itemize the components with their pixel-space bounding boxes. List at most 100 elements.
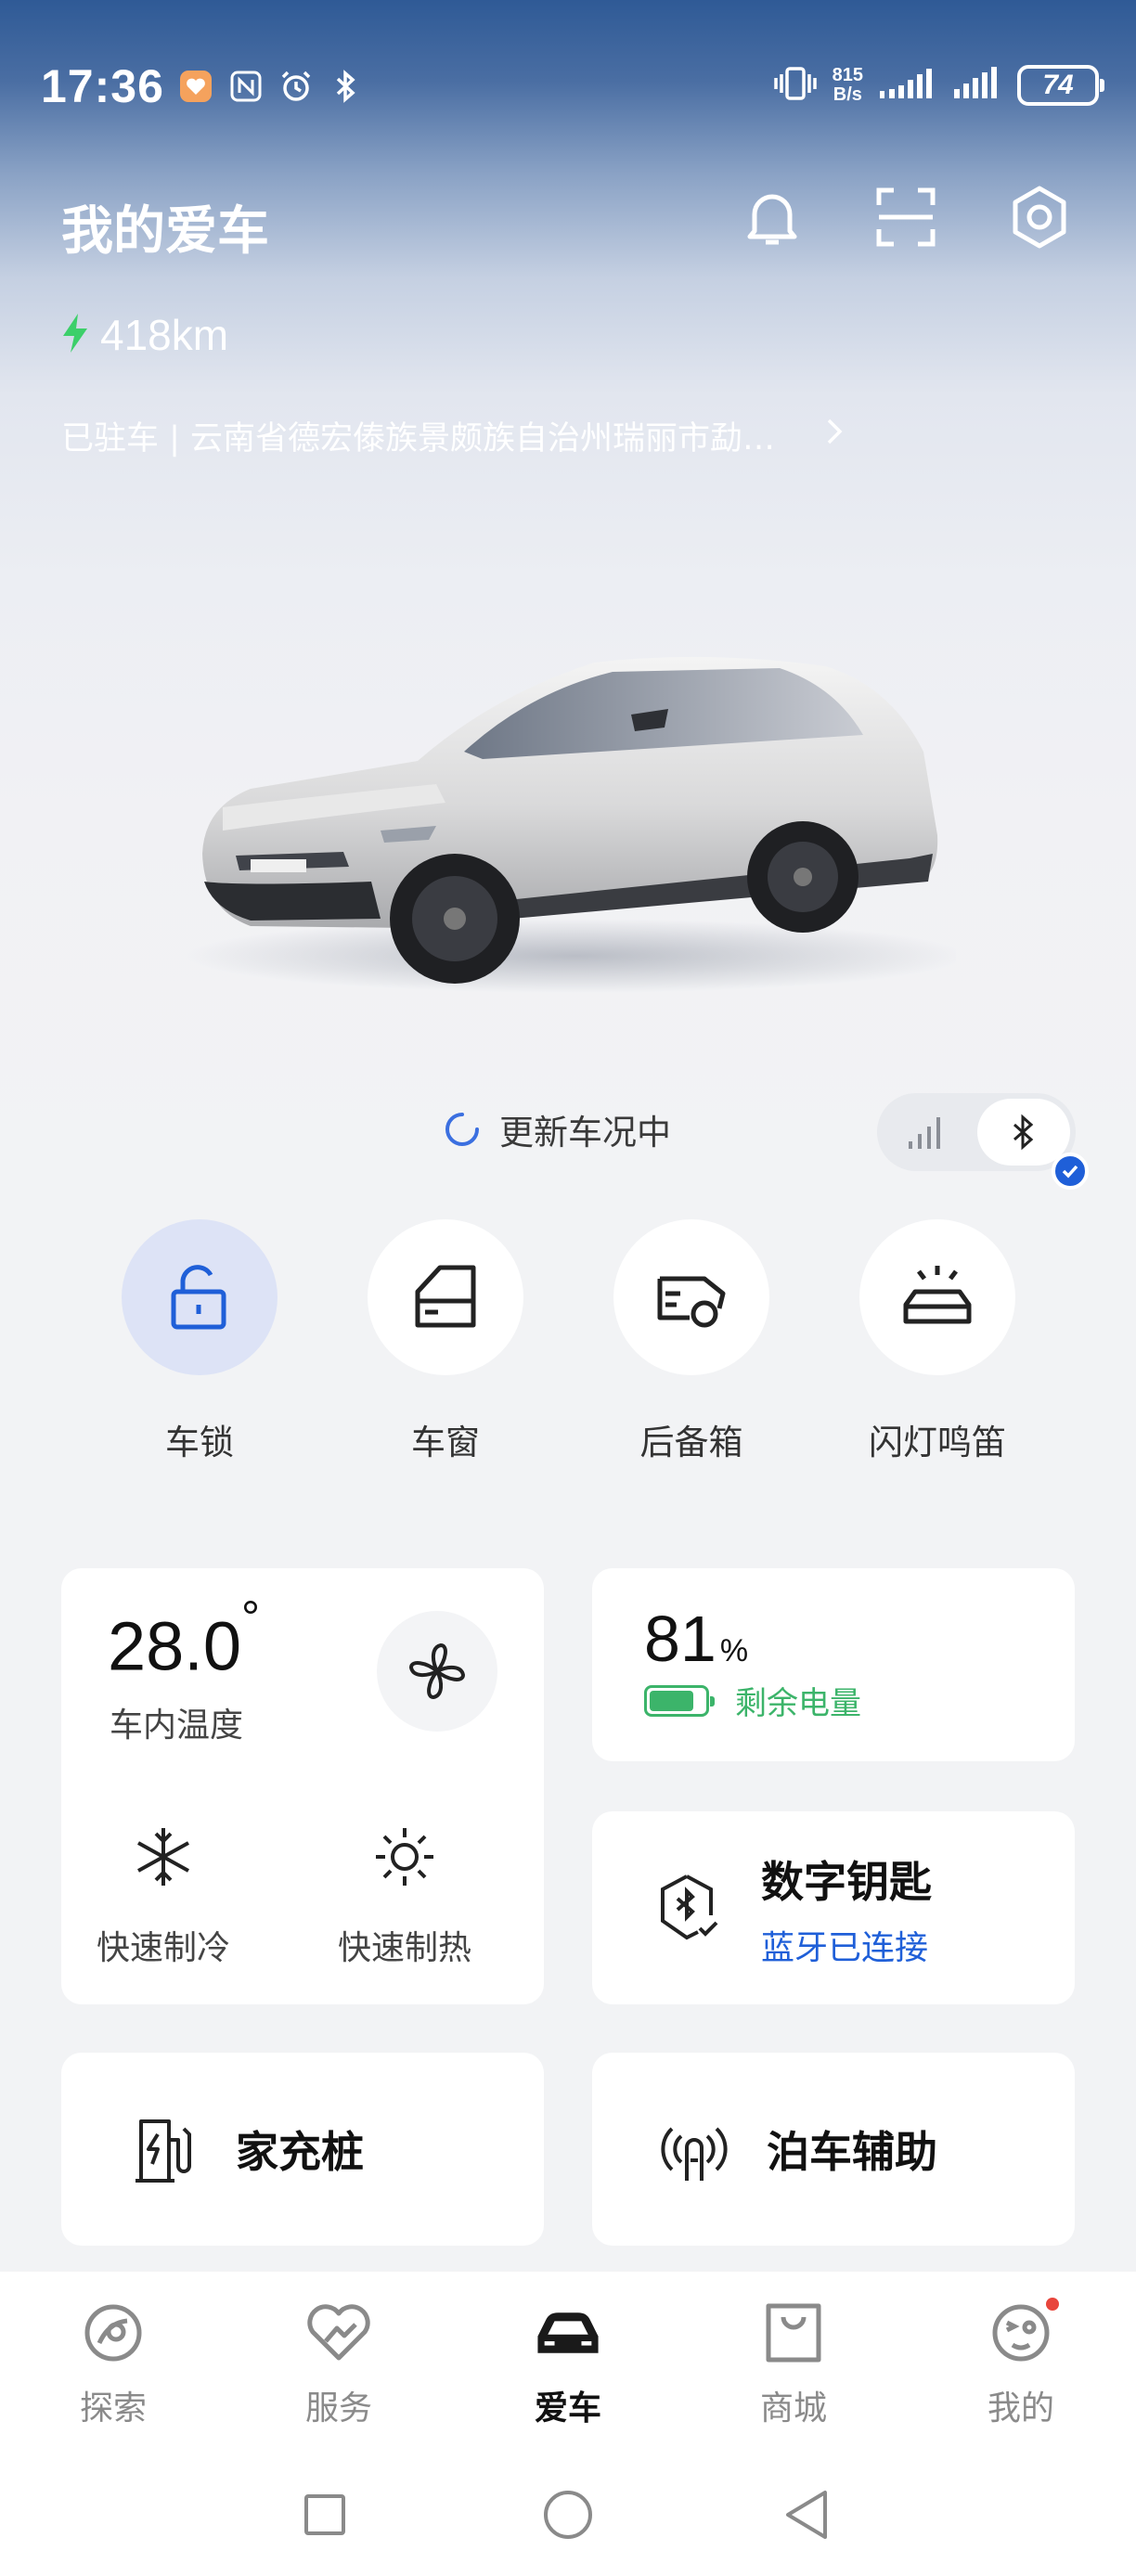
battery-card[interactable]: 81% 剩余电量 [592, 1568, 1075, 1761]
profile-icon [986, 2298, 1056, 2368]
charger-icon [124, 2110, 202, 2188]
quick-control-label: 车锁 [165, 1423, 234, 1462]
cabin-temperature: 28.0° [108, 1591, 260, 1686]
quick-heat-label: 快速制热 [337, 1929, 471, 1967]
network-speed-unit: B/s [833, 84, 862, 105]
flash-horn-icon [903, 1266, 972, 1324]
bluetooth-icon [1013, 1114, 1034, 1151]
sun-icon [376, 1828, 433, 1886]
signal-2-icon [950, 65, 1002, 106]
snowflake-icon [137, 1828, 189, 1886]
loading-spinner-icon [445, 1113, 479, 1146]
fan-icon [409, 1643, 465, 1699]
settings-gear-icon[interactable] [1004, 182, 1075, 252]
bluetooth-status-icon [328, 68, 365, 105]
tab-service[interactable]: 服务 [269, 2298, 408, 2429]
quick-cool-label: 快速制冷 [96, 1929, 230, 1967]
battery-remaining-label: 剩余电量 [735, 1685, 861, 1722]
notification-bell-icon[interactable] [737, 182, 807, 252]
alarm-icon [278, 68, 315, 105]
fan-button[interactable] [377, 1611, 497, 1732]
shop-bag-icon [758, 2298, 829, 2368]
digital-key-status: 蓝牙已连接 [761, 1929, 929, 1967]
parking-assist-icon [655, 2110, 733, 2188]
bluetooth-option[interactable] [977, 1099, 1070, 1166]
check-badge-icon [1052, 1153, 1089, 1190]
battery-level: 74 [1042, 70, 1074, 100]
quick-heat-button[interactable]: 快速制热 [321, 1824, 488, 1969]
quick-control-window[interactable]: 车窗 [367, 1219, 524, 1464]
home-charger-label: 家充桩 [236, 2127, 364, 2177]
service-icon [303, 2298, 374, 2368]
parking-assist-card[interactable]: 泊车辅助 [592, 2053, 1075, 2246]
quick-control-lock[interactable]: 车锁 [121, 1219, 278, 1464]
cellular-signal-icon [909, 1117, 940, 1149]
battery-percent-value: 81 [644, 1603, 716, 1675]
battery-indicator: 74 [1017, 65, 1104, 106]
digital-key-icon [661, 1874, 718, 1940]
home-button[interactable] [540, 2487, 596, 2543]
location-text: 已驻车 | 云南省德宏傣族景颇族自治州瑞丽市勐… [61, 420, 776, 457]
car-window-icon [415, 1265, 476, 1328]
connection-mode-toggle[interactable] [877, 1093, 1089, 1190]
network-speed: 815 B/s [833, 66, 863, 105]
tab-profile[interactable]: 我的 [951, 2298, 1091, 2429]
tab-label: 我的 [987, 2389, 1054, 2428]
trunk-icon [657, 1276, 726, 1328]
quick-control-label: 后备箱 [639, 1423, 743, 1462]
window-button[interactable] [368, 1219, 523, 1375]
recent-apps-button[interactable] [297, 2487, 353, 2543]
tab-my-car[interactable]: 爱车 [498, 2298, 638, 2429]
vehicle-status-updating: 更新车况中 [444, 1104, 671, 1154]
trunk-button[interactable] [613, 1219, 769, 1375]
quick-control-trunk[interactable]: 后备箱 [613, 1219, 770, 1464]
quick-control-flash-horn[interactable]: 闪灯鸣笛 [858, 1219, 1016, 1464]
temperature-value: 28.0 [108, 1607, 242, 1685]
signal-1-icon [878, 65, 936, 106]
battery-percent: 81% [644, 1602, 748, 1676]
nfc-icon [227, 68, 265, 105]
driving-range: 418km [59, 310, 228, 360]
parking-location[interactable]: 已驻车 | 云南省德宏傣族景颇族自治州瑞丽市勐… [61, 412, 1101, 459]
tab-explore[interactable]: 探索 [44, 2298, 183, 2429]
car-icon [533, 2298, 603, 2368]
explore-icon [78, 2298, 148, 2368]
range-value: 418km [100, 311, 229, 359]
battery-percent-unit: % [719, 1633, 749, 1668]
updating-text: 更新车况中 [499, 1113, 671, 1153]
quick-control-label: 闪灯鸣笛 [869, 1423, 1006, 1462]
tab-label: 爱车 [534, 2389, 601, 2428]
quick-cool-button[interactable]: 快速制冷 [80, 1824, 247, 1969]
degree-symbol: ° [241, 1591, 261, 1643]
lock-button[interactable] [122, 1219, 278, 1375]
status-bar-right: 815 B/s 74 [773, 56, 1104, 115]
chevron-right-icon [823, 415, 846, 457]
tab-label: 商城 [759, 2389, 827, 2428]
car-image [186, 656, 956, 993]
digital-key-title: 数字钥匙 [761, 1857, 932, 1907]
quick-control-label: 车窗 [411, 1423, 480, 1462]
status-bar-left: 17:36 [41, 54, 365, 119]
page-title: 我的爱车 [61, 201, 269, 262]
back-button[interactable] [780, 2487, 835, 2543]
home-charger-card[interactable]: 家充桩 [61, 2053, 544, 2246]
tab-shop[interactable]: 商城 [724, 2298, 863, 2429]
digital-key-card[interactable]: 数字钥匙 蓝牙已连接 [592, 1811, 1075, 2004]
network-speed-value: 815 [832, 65, 863, 85]
vibrate-icon [773, 65, 818, 106]
license-plate [251, 859, 306, 872]
battery-remaining-row: 剩余电量 [644, 1678, 861, 1723]
notification-dot [1046, 2298, 1059, 2311]
tab-label: 探索 [79, 2389, 147, 2428]
tab-label: 服务 [304, 2389, 372, 2428]
battery-level-icon [644, 1684, 715, 1717]
clock: 17:36 [41, 60, 164, 112]
unlock-icon [171, 1265, 226, 1330]
battery-level-fill [650, 1690, 693, 1711]
climate-card[interactable]: 28.0° 车内温度 快速制冷 快速制热 [61, 1568, 544, 2004]
parking-assist-label: 泊车辅助 [767, 2127, 937, 2177]
scan-icon[interactable] [871, 182, 941, 252]
flash-horn-button[interactable] [859, 1219, 1015, 1375]
app-notification-icon [177, 68, 214, 105]
cabin-temperature-label: 车内温度 [110, 1707, 244, 1745]
